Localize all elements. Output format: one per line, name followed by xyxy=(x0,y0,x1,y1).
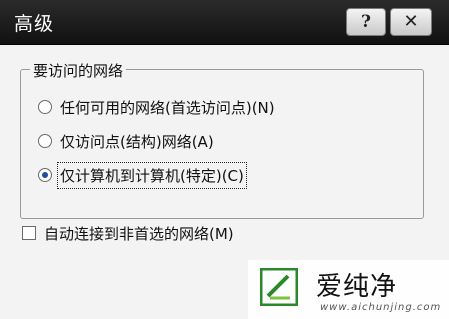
radio-access-point-only[interactable]: 仅访问点(结构)网络(A) xyxy=(38,129,214,153)
watermark: 爱纯净 www.aichunjing.com xyxy=(248,260,449,319)
radio-computer-to-computer[interactable]: 仅计算机到计算机(特定)(C) xyxy=(38,161,247,189)
radio-button[interactable] xyxy=(38,134,52,148)
title-bar[interactable]: 高级 ? ✕ xyxy=(0,0,449,45)
radio-label: 仅计算机到计算机(特定)(C) xyxy=(57,161,247,189)
close-icon: ✕ xyxy=(403,11,419,32)
group-label: 要访问的网络 xyxy=(30,60,127,81)
auto-connect-checkbox-row[interactable]: 自动连接到非首选的网络(M) xyxy=(22,221,234,245)
watermark-url: www.aichunjing.com xyxy=(320,302,442,313)
dialog-title: 高级 xyxy=(14,13,55,35)
help-button[interactable]: ? xyxy=(346,8,386,36)
radio-label: 任何可用的网络(首选访问点)(N) xyxy=(60,98,275,117)
radio-label: 仅访问点(结构)网络(A) xyxy=(60,132,214,151)
watermark-name: 爱纯净 xyxy=(316,272,398,302)
advanced-dialog: 高级 ? ✕ 要访问的网络 任何可用的网络(首选访问点)(N) 仅访问点(结构)… xyxy=(0,0,449,319)
watermark-logo-icon xyxy=(260,268,298,306)
auto-connect-checkbox[interactable] xyxy=(22,226,36,240)
radio-button[interactable] xyxy=(38,100,52,114)
radio-any-network[interactable]: 任何可用的网络(首选访问点)(N) xyxy=(38,95,275,119)
checkbox-label: 自动连接到非首选的网络(M) xyxy=(44,224,234,243)
close-button[interactable]: ✕ xyxy=(390,8,432,36)
radio-button-selected[interactable] xyxy=(38,168,52,182)
help-icon: ? xyxy=(361,12,371,32)
